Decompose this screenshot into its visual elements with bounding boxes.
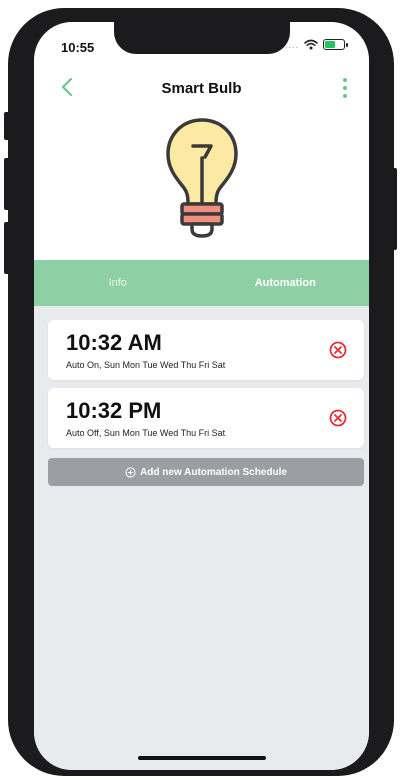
schedule-time: 10:32 PM: [66, 398, 162, 423]
signal-icon: ....: [284, 39, 299, 50]
status-time: 10:55: [61, 40, 95, 55]
add-schedule-label: Add new Automation Schedule: [140, 466, 287, 478]
volume-up-button: [4, 158, 10, 210]
delete-schedule-icon[interactable]: [328, 408, 348, 428]
plus-circle-icon: [125, 466, 136, 478]
battery-icon: [323, 39, 348, 50]
power-button: [391, 168, 397, 250]
lightbulb-icon: [162, 114, 242, 262]
automation-panel: 10:32 AM Auto On, Sun Mon Tue Wed Thu Fr…: [34, 306, 369, 770]
schedule-card[interactable]: 10:32 AM Auto On, Sun Mon Tue Wed Thu Fr…: [48, 320, 364, 380]
nav-bar: Smart Bulb: [34, 68, 369, 108]
schedule-time: 10:32 AM: [66, 330, 162, 355]
schedule-description: Auto Off, Sun Mon Tue Wed Thu Fri Sat: [66, 428, 226, 438]
notch: [114, 22, 290, 54]
home-indicator[interactable]: [138, 756, 266, 760]
battery-level: [325, 41, 335, 48]
more-vertical-icon: [343, 78, 347, 82]
schedule-card[interactable]: 10:32 PM Auto Off, Sun Mon Tue Wed Thu F…: [48, 388, 364, 448]
tab-bar: Info Automation: [34, 260, 370, 313]
delete-schedule-icon[interactable]: [328, 340, 348, 360]
schedule-description: Auto On, Sun Mon Tue Wed Thu Fri Sat: [66, 360, 226, 370]
wifi-icon: [304, 39, 318, 50]
tab-info[interactable]: Info: [34, 260, 202, 306]
mute-switch: [4, 112, 10, 140]
more-menu-button[interactable]: [337, 74, 353, 102]
page-title: Smart Bulb: [161, 80, 242, 97]
tab-automation[interactable]: Automation: [202, 260, 370, 313]
status-icons: ....: [284, 39, 348, 50]
add-schedule-button[interactable]: Add new Automation Schedule: [48, 458, 364, 486]
screen: 10:55 .... Smart Bulb Info Automation 10…: [34, 22, 369, 770]
volume-down-button: [4, 222, 10, 274]
